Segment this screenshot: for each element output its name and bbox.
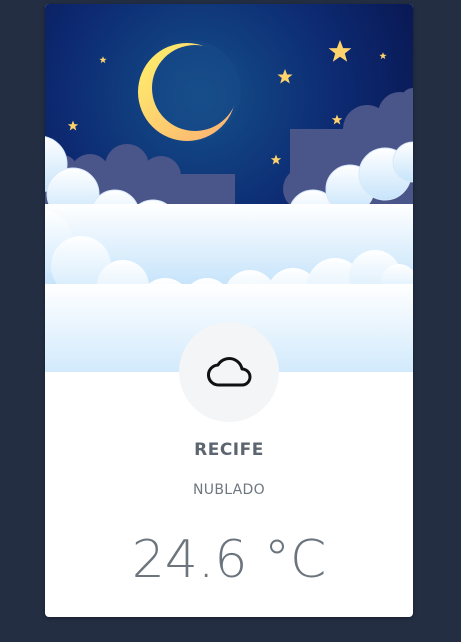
weather-icon-badge xyxy=(179,322,279,422)
city-name: RECIFE xyxy=(194,440,264,460)
cloud-icon xyxy=(207,357,252,387)
weather-condition: NUBLADO xyxy=(193,482,265,498)
night-sky-illustration xyxy=(45,4,413,372)
temperature-value: 24.6 °C xyxy=(131,530,327,590)
weather-card: RECIFE NUBLADO 24.6 °C xyxy=(45,4,413,617)
